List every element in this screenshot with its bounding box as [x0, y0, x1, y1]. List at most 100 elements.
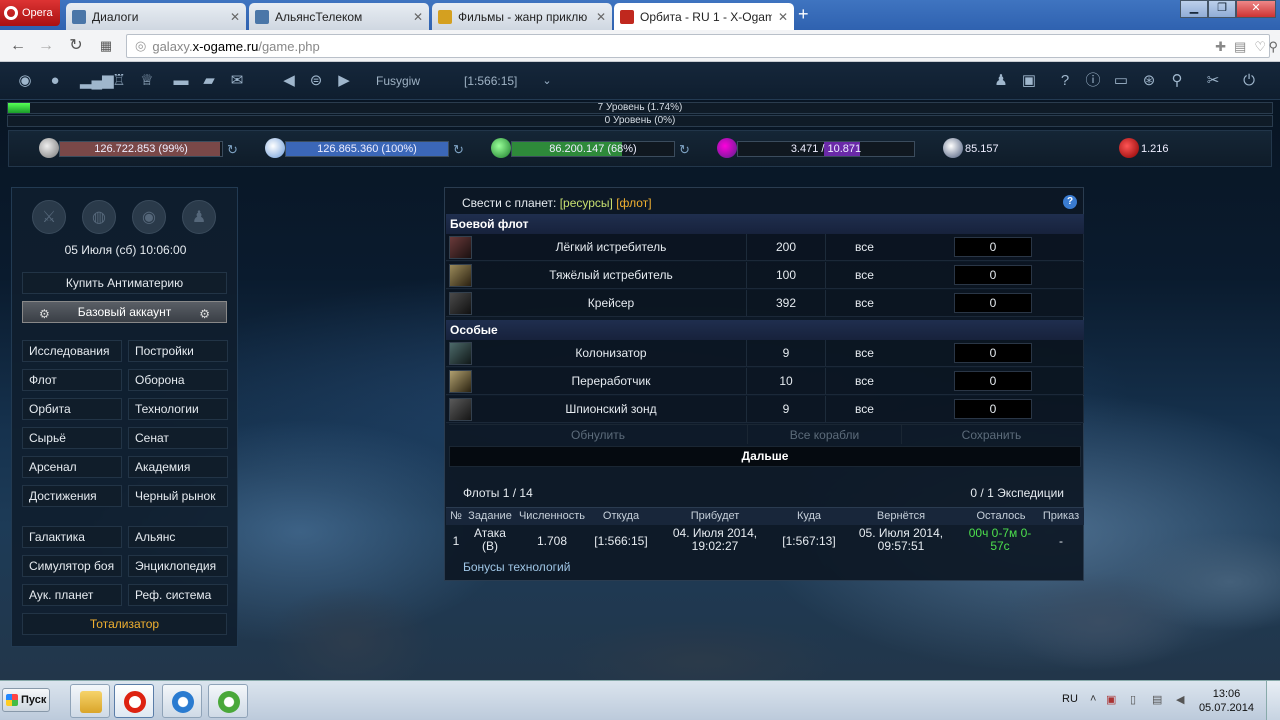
close-icon[interactable]: ✕	[778, 10, 788, 24]
all-ships-button[interactable]: Все корабли	[747, 424, 901, 444]
menu-totalizator[interactable]: Тотализатор	[22, 613, 227, 635]
select-all-link[interactable]: все	[827, 340, 902, 366]
ship-quantity-input[interactable]: 0	[954, 265, 1032, 285]
support-icon[interactable]: ⊛	[1138, 71, 1160, 91]
current-coords[interactable]: [1:566:15]	[464, 74, 517, 88]
settings-icon[interactable]: ✂	[1202, 71, 1224, 91]
menu-black-market[interactable]: Черный рынок	[128, 485, 228, 507]
base-account-button[interactable]: ⚙ Базовый аккаунт ⚙	[22, 301, 227, 323]
tray-expand-icon[interactable]: ˄	[1090, 693, 1096, 705]
alliance-icon[interactable]: ♟	[990, 71, 1012, 91]
eye-icon[interactable]: ◉	[14, 71, 36, 91]
refresh-icon[interactable]: ↻	[453, 142, 464, 158]
buy-antimatter-button[interactable]: Купить Антиматерию	[22, 272, 227, 294]
reload-icon[interactable]: ↻	[66, 36, 86, 56]
ship-quantity-input[interactable]: 0	[954, 293, 1032, 313]
menu-research[interactable]: Исследования	[22, 340, 122, 362]
select-all-link[interactable]: все	[827, 396, 902, 422]
ship-quantity-input[interactable]: 0	[954, 371, 1032, 391]
stats-icon[interactable]: ▂▄▆	[80, 71, 114, 91]
back-icon[interactable]: ←	[8, 36, 28, 56]
fleet-ship-count[interactable]: 1.708	[515, 527, 589, 555]
tech-bonus-link[interactable]: Бонусы технологий	[463, 560, 570, 574]
menu-galaxy[interactable]: Галактика	[22, 526, 122, 548]
tab-films[interactable]: Фильмы - жанр приклю ✕	[432, 3, 612, 30]
language-indicator[interactable]: RU	[1062, 693, 1078, 705]
menu-arsenal[interactable]: Арсенал	[22, 456, 122, 478]
officer-eye-icon[interactable]: ◉	[132, 200, 166, 234]
select-all-link[interactable]: все	[827, 262, 902, 288]
player-name[interactable]: Fusygiw	[376, 74, 420, 88]
screen-icon[interactable]: ▭	[1110, 71, 1132, 91]
tab-dialogs[interactable]: Диалоги ✕	[66, 3, 246, 30]
refresh-icon[interactable]: ↻	[227, 142, 238, 158]
speed-dial-icon[interactable]: ▦	[96, 36, 116, 56]
select-all-link[interactable]: все	[827, 368, 902, 394]
menu-fleet[interactable]: Флот	[22, 369, 122, 391]
help-icon[interactable]: ?	[1063, 195, 1077, 209]
prev-planet-icon[interactable]: ◀	[278, 71, 300, 91]
ship-quantity-input[interactable]: 0	[954, 237, 1032, 257]
chat-icon[interactable]: ▬	[170, 71, 192, 91]
minimize-button[interactable]: ▁	[1180, 0, 1208, 18]
url-field[interactable]: ◎ galaxy.x-ogame.ru/game.php	[126, 34, 1270, 58]
chevron-down-icon[interactable]: ⌄	[536, 71, 558, 91]
close-icon[interactable]: ✕	[596, 10, 606, 24]
tray-network-icon[interactable]: ▤	[1152, 693, 1162, 706]
ship-quantity-input[interactable]: 0	[954, 343, 1032, 363]
system-clock[interactable]: 13:06 05.07.2014	[1199, 687, 1254, 715]
menu-defense[interactable]: Оборона	[128, 369, 228, 391]
menu-senate[interactable]: Сенат	[128, 427, 228, 449]
toolbar-icon[interactable]: ▤	[1234, 39, 1246, 55]
taskbar-explorer[interactable]	[70, 684, 110, 718]
gather-fleet-link[interactable]: [флот]	[616, 196, 651, 210]
taskbar-utorrent[interactable]	[208, 684, 248, 718]
menu-planet-auction[interactable]: Аук. планет	[22, 584, 122, 606]
window-close-button[interactable]: ✕	[1236, 0, 1276, 18]
tray-usb-icon[interactable]: ▯	[1130, 693, 1136, 706]
officer-globe-icon[interactable]: ◍	[82, 200, 116, 234]
maximize-button[interactable]: ❐	[1208, 0, 1236, 18]
menu-encyclopedia[interactable]: Энциклопедия	[128, 555, 228, 577]
fleet-destination[interactable]: [1:567:13]	[777, 527, 841, 555]
mail-icon[interactable]: ✉	[226, 71, 248, 91]
ship-quantity-input[interactable]: 0	[954, 399, 1032, 419]
planet-list-icon[interactable]: ⊜	[305, 71, 327, 91]
officer-sword-icon[interactable]: ⚔	[32, 200, 66, 234]
new-tab-button[interactable]: +	[798, 5, 816, 25]
next-button[interactable]: Дальше	[449, 446, 1081, 467]
logout-icon[interactable]: ⏻	[1238, 71, 1260, 91]
tray-app-icon[interactable]: ▣	[1106, 693, 1116, 706]
tab-orbit-active[interactable]: Орбита - RU 1 - X-Ogame ✕	[614, 3, 794, 30]
menu-icon[interactable]: ⚲	[1268, 39, 1278, 55]
menu-technologies[interactable]: Технологии	[128, 398, 228, 420]
heart-icon[interactable]: ♡	[1254, 39, 1266, 55]
fleet-origin[interactable]: [1:566:15]	[589, 527, 653, 555]
info-icon[interactable]: ⓘ	[1082, 71, 1104, 91]
start-button[interactable]: Пуск	[2, 688, 50, 712]
menu-orbit[interactable]: Орбита	[22, 398, 122, 420]
gather-resources-link[interactable]: [ресурсы]	[560, 196, 613, 210]
menu-achievements[interactable]: Достижения	[22, 485, 122, 507]
select-all-link[interactable]: все	[827, 234, 902, 260]
notes-icon[interactable]: ▣	[1018, 71, 1040, 91]
tray-volume-icon[interactable]: ◀	[1176, 693, 1184, 706]
menu-battle-simulator[interactable]: Симулятор боя	[22, 555, 122, 577]
taskbar-opera[interactable]	[114, 684, 154, 718]
tab-alliance-telecom[interactable]: АльянсТелеком ✕	[249, 3, 429, 30]
save-button[interactable]: Сохранить	[901, 424, 1081, 444]
taskbar-ccleaner[interactable]	[162, 684, 202, 718]
messages-icon[interactable]: ▰	[198, 71, 220, 91]
menu-referral[interactable]: Реф. система	[128, 584, 228, 606]
trophy-icon[interactable]: ♖	[108, 71, 130, 91]
extension-icon[interactable]: ✚	[1215, 39, 1226, 55]
opera-menu-button[interactable]: Opera	[0, 0, 60, 26]
fleet-order[interactable]: -	[1041, 527, 1081, 555]
reset-button[interactable]: Обнулить	[449, 424, 747, 444]
officer-figure-icon[interactable]: ♟	[182, 200, 216, 234]
forward-icon[interactable]: →	[36, 36, 56, 56]
fleet-mission[interactable]: Атака (В)	[469, 527, 511, 553]
close-icon[interactable]: ✕	[413, 10, 423, 24]
search-icon[interactable]: ⚲	[1166, 71, 1188, 91]
menu-academy[interactable]: Академия	[128, 456, 228, 478]
